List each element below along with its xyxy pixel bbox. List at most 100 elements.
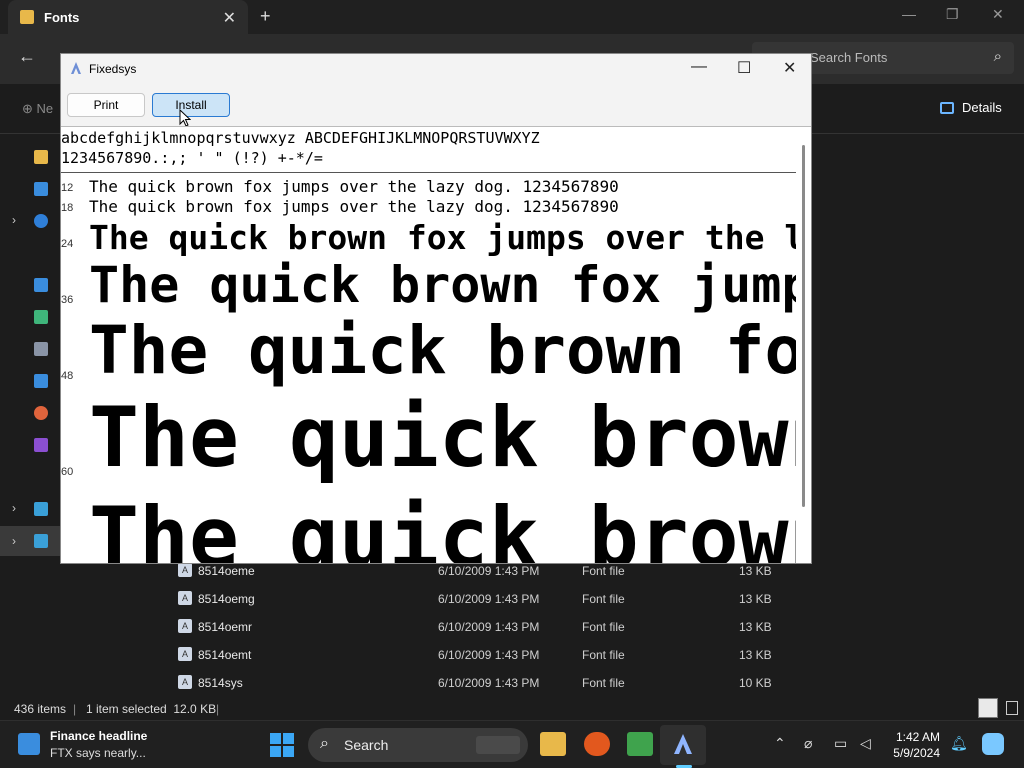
sample-text: The quick brown fox jumps over the lazy … bbox=[89, 197, 619, 216]
network-icon[interactable] bbox=[34, 534, 48, 548]
music-icon[interactable] bbox=[34, 406, 48, 420]
font-file-icon: A bbox=[178, 619, 192, 633]
desktop-icon[interactable] bbox=[34, 278, 48, 292]
sample-text: The quick brown fox jumps over the lazy … bbox=[89, 489, 796, 563]
details-button[interactable]: Details bbox=[940, 100, 1002, 115]
selection-info: 1 item selected 12.0 KB bbox=[86, 702, 217, 716]
digits-symbols-sample: 1234567890.:,; ' " (!?) +-*/= bbox=[61, 149, 323, 167]
news-title[interactable]: Finance headline bbox=[50, 729, 147, 743]
file-name: 8514oeme bbox=[198, 564, 255, 578]
app-icon[interactable] bbox=[627, 732, 653, 756]
nav-selected-item[interactable] bbox=[0, 526, 60, 556]
chevron-right-icon[interactable]: › bbox=[12, 213, 16, 227]
taskbar-search-label: Search bbox=[344, 737, 389, 753]
font-preview-area: abcdefghijklmnopqrstuvwxyz ABCDEFGHIJKLM… bbox=[61, 126, 811, 563]
font-file-icon: A bbox=[178, 675, 192, 689]
close-window-icon[interactable]: ✕ bbox=[992, 6, 1004, 23]
explorer-titlebar: Fonts ✕ + — ❐ ✕ bbox=[0, 0, 1024, 34]
font-file-icon: A bbox=[178, 647, 192, 661]
sample-text: The quick brown fox jumps over the lazy … bbox=[89, 312, 796, 389]
tiles-view-icon[interactable] bbox=[1002, 698, 1022, 718]
file-type: Font file bbox=[582, 592, 625, 606]
file-date: 6/10/2009 1:43 PM bbox=[438, 648, 540, 662]
new-tab-icon[interactable]: + bbox=[260, 6, 271, 27]
file-size: 13 KB bbox=[739, 592, 772, 606]
size-label: 18 bbox=[61, 202, 74, 214]
details-label: Details bbox=[962, 100, 1002, 115]
tab-title: Fonts bbox=[44, 9, 80, 25]
chevron-up-icon[interactable]: ⌃ bbox=[774, 735, 786, 752]
font-window-title: Fixedsys bbox=[89, 62, 137, 76]
volume-muted-icon[interactable]: ◁ bbox=[860, 735, 871, 752]
file-size: 13 KB bbox=[739, 648, 772, 662]
status-divider: | bbox=[216, 702, 220, 716]
onedrive-icon[interactable] bbox=[34, 214, 48, 228]
details-view-icon[interactable] bbox=[978, 698, 998, 718]
clock[interactable]: 1:42 AM 5/9/2024 bbox=[876, 729, 940, 761]
file-name: 8514oemt bbox=[198, 648, 252, 662]
install-button[interactable]: Install bbox=[152, 93, 230, 117]
new-label: Ne bbox=[36, 101, 54, 116]
back-arrow-icon[interactable]: ← bbox=[18, 46, 36, 67]
gallery-icon[interactable] bbox=[34, 182, 48, 196]
status-bar: 436 items | 1 item selected 12.0 KB | bbox=[0, 696, 1024, 720]
firefox-icon[interactable] bbox=[584, 732, 610, 756]
file-type: Font file bbox=[582, 648, 625, 662]
size-label: 12 bbox=[61, 182, 74, 194]
file-row[interactable]: A 8514oemt 6/10/2009 1:43 PM Font file 1… bbox=[160, 641, 1020, 669]
documents-icon[interactable] bbox=[34, 342, 48, 356]
videos-icon[interactable] bbox=[34, 438, 48, 452]
start-icon[interactable] bbox=[270, 733, 294, 757]
size-label: 24 bbox=[61, 238, 74, 250]
file-date: 6/10/2009 1:43 PM bbox=[438, 592, 540, 606]
file-name: 8514oemr bbox=[198, 620, 253, 634]
clock-time: 1:42 AM bbox=[895, 730, 940, 744]
pictures-icon[interactable] bbox=[34, 374, 48, 388]
news-subtitle[interactable]: FTX says nearly... bbox=[50, 746, 146, 760]
file-type: Font file bbox=[582, 676, 625, 690]
maximize-icon[interactable]: ☐ bbox=[737, 58, 751, 78]
close-tab-icon[interactable]: ✕ bbox=[223, 8, 236, 28]
minimize-icon[interactable]: — bbox=[691, 58, 707, 76]
minimize-icon[interactable]: — bbox=[902, 6, 916, 22]
display-icon[interactable]: ▭ bbox=[834, 735, 847, 752]
preview-clip: abcdefghijklmnopqrstuvwxyz ABCDEFGHIJKLM… bbox=[61, 127, 796, 563]
search-placeholder: Search Fonts bbox=[810, 50, 888, 65]
font-window-titlebar: Fixedsys — ☐ ✕ bbox=[61, 54, 811, 84]
sample-text: The quick brown fox jumps over the lazy … bbox=[89, 218, 796, 257]
notification-bell-icon[interactable]: 🔔︎ bbox=[950, 735, 968, 752]
this-pc-icon[interactable] bbox=[34, 502, 48, 516]
file-row[interactable]: A 8514oemg 6/10/2009 1:43 PM Font file 1… bbox=[160, 585, 1020, 613]
file-explorer-icon[interactable] bbox=[540, 732, 566, 756]
taskbar-search[interactable]: ⌕ Search bbox=[308, 728, 528, 762]
font-file-icon: A bbox=[178, 563, 192, 577]
size-label: 48 bbox=[61, 370, 74, 382]
vertical-scrollbar[interactable] bbox=[802, 145, 805, 507]
file-size: 13 KB bbox=[739, 564, 772, 578]
file-date: 6/10/2009 1:43 PM bbox=[438, 564, 540, 578]
folder-icon bbox=[20, 10, 34, 24]
taskbar: Finance headline FTX says nearly... ⌕ Se… bbox=[0, 720, 1024, 768]
downloads-icon[interactable] bbox=[34, 310, 48, 324]
separator bbox=[61, 172, 796, 173]
home-icon[interactable] bbox=[34, 150, 48, 164]
size-label: 36 bbox=[61, 294, 74, 306]
new-button[interactable]: ⊕ Ne bbox=[22, 101, 53, 117]
font-viewer-icon[interactable] bbox=[670, 732, 696, 756]
chevron-right-icon[interactable]: › bbox=[12, 501, 16, 515]
search-icon: ⌕ bbox=[320, 735, 329, 752]
news-widget-icon[interactable] bbox=[18, 729, 40, 757]
network-off-icon[interactable]: ⌀ bbox=[804, 735, 812, 752]
mouse-cursor-icon bbox=[179, 109, 191, 127]
copilot-icon[interactable] bbox=[982, 733, 1004, 755]
file-name: 8514sys bbox=[198, 676, 243, 690]
restore-icon[interactable]: ❐ bbox=[946, 6, 959, 23]
close-window-icon[interactable]: ✕ bbox=[783, 58, 796, 78]
print-button[interactable]: Print bbox=[67, 93, 145, 117]
tab-fonts[interactable]: Fonts ✕ bbox=[8, 0, 248, 34]
file-row[interactable]: A 8514oemr 6/10/2009 1:43 PM Font file 1… bbox=[160, 613, 1020, 641]
chevron-right-icon[interactable]: › bbox=[12, 534, 16, 548]
file-row[interactable]: A 8514sys 6/10/2009 1:43 PM Font file 10… bbox=[160, 669, 1020, 697]
file-size: 10 KB bbox=[739, 676, 772, 690]
file-date: 6/10/2009 1:43 PM bbox=[438, 676, 540, 690]
